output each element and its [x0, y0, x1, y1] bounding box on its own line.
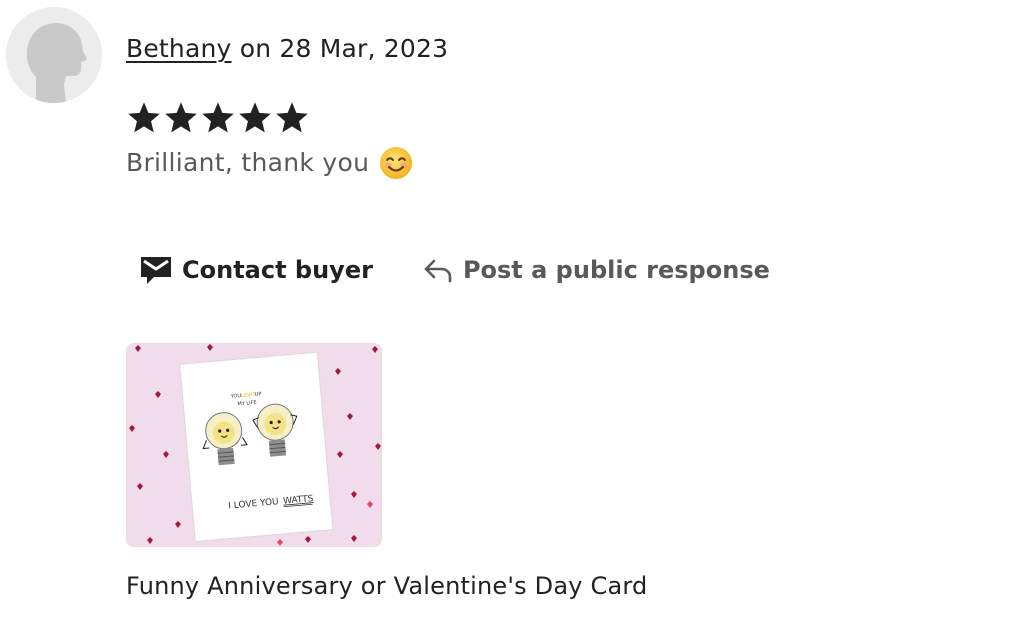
contact-buyer-label: Contact buyer	[182, 256, 373, 284]
review-date: 28 Mar, 2023	[279, 34, 449, 63]
post-public-response-button[interactable]: Post a public response	[423, 252, 770, 288]
card-text-up: UP	[254, 391, 261, 398]
review-text: Brilliant, thank you	[126, 145, 413, 181]
reply-arrow-icon	[424, 259, 452, 283]
review-body: Brilliant, thank you	[126, 148, 370, 177]
post-public-response-label: Post a public response	[462, 256, 770, 284]
reviewer-avatar[interactable]	[6, 7, 102, 103]
star-icon	[128, 102, 160, 133]
listing-title-link[interactable]: Funny Anniversary or Valentine's Day Car…	[126, 568, 647, 604]
default-user-avatar-icon	[6, 7, 102, 103]
reviewer-name-link[interactable]: Bethany	[126, 34, 232, 63]
star-icon	[276, 102, 308, 133]
date-prefix: on	[231, 34, 280, 63]
review-actions: Contact buyer Post a public response	[140, 252, 770, 288]
greeting-card: YOU LIGHT UP MY LIFE I LOVE YOU WATTS	[179, 351, 334, 543]
smiling-face-emoji-icon	[380, 147, 413, 179]
star-icon	[202, 102, 234, 133]
star-rating	[126, 100, 310, 136]
star-icon	[239, 102, 271, 133]
contact-buyer-button[interactable]: Contact buyer	[140, 252, 373, 288]
greeting-card-image: YOU LIGHT UP MY LIFE I LOVE YOU WATTS	[127, 344, 381, 546]
star-icon	[165, 102, 197, 133]
review-header: Bethany on 28 Mar, 2023	[126, 32, 448, 66]
envelope-icon	[141, 257, 171, 284]
listing-thumbnail[interactable]: YOU LIGHT UP MY LIFE I LOVE YOU WATTS	[126, 343, 382, 547]
